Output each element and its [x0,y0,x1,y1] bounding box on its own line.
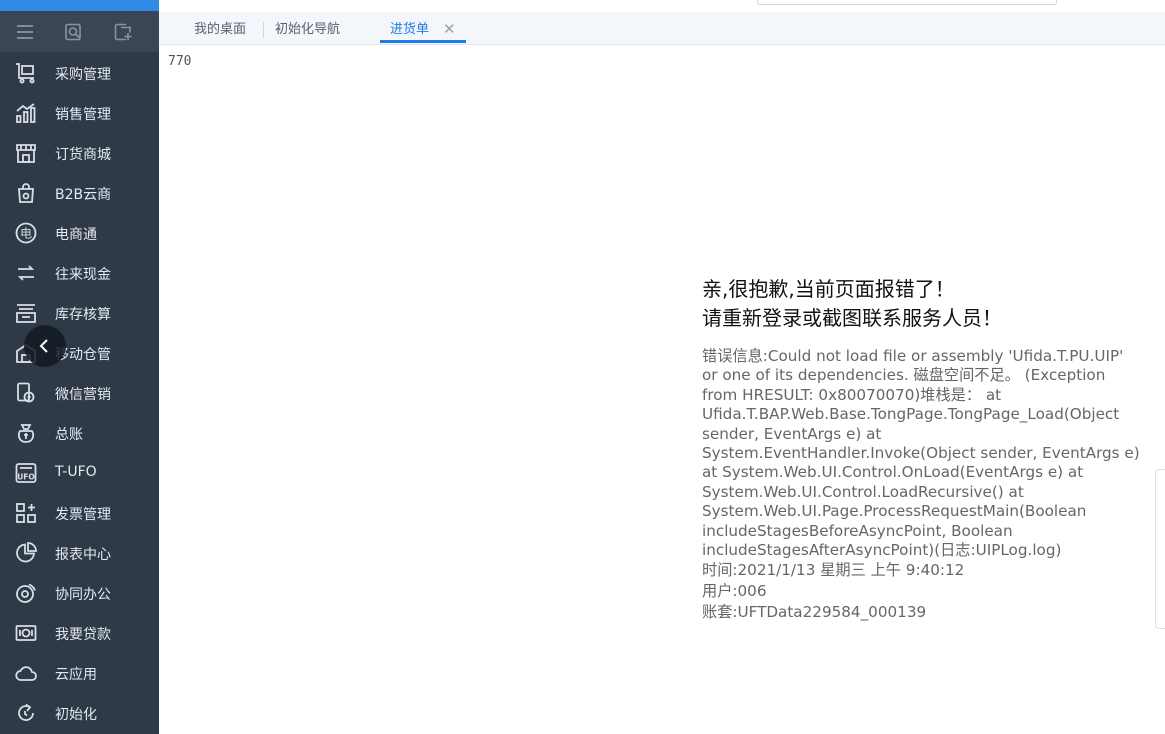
svg-text:UFO: UFO [17,473,35,482]
sidebar-item-cash[interactable]: 往来现金 [0,252,159,292]
chevron-left-icon [39,339,48,353]
sidebar-item-label: 发票管理 [55,507,111,523]
sidebar-item-collaboration[interactable]: 协同办公 [0,572,159,612]
tab-bar: 我的桌面 初始化导航 进货单 ✕ [159,12,1165,45]
error-time: 时间:2021/1/13 星期三 上午 9:40:12 [702,561,965,580]
sidebar-item-ecommerce[interactable]: 电 电商通 [0,212,159,252]
sidebar-item-label: B2B云商 [55,187,112,203]
sidebar-item-init[interactable]: 初始化 [0,692,159,732]
sidebar-item-label: T-UFO [55,464,97,480]
sidebar-item-label: 云应用 [55,667,97,683]
sidebar-accent-strip [0,0,159,11]
sidebar-item-label: 初始化 [55,707,97,723]
record-count: 770 [168,54,192,69]
error-account: 账套:UFTData229584_000139 [702,603,927,622]
error-title: 亲,很抱歉,当前页面报错了！ [702,277,955,301]
sidebar-item-loan[interactable]: 我要贷款 [0,612,159,652]
error-subtitle: 请重新登录或截图联系服务人员！ [702,306,1002,330]
sidebar-item-inventory[interactable]: 库存核算 [0,292,159,332]
sidebar-item-label: 报表中心 [55,547,111,563]
sidebar-item-label: 总账 [55,427,83,443]
add-doc-icon[interactable] [112,23,134,41]
sidebar-item-tufo[interactable]: UFO T-UFO [0,452,159,492]
svg-text:电: 电 [20,227,32,241]
active-tab-indicator [380,40,466,43]
tab-init-navigation[interactable]: 初始化导航 [275,12,340,44]
tab-label: 初始化导航 [275,22,341,37]
wechat-marketing-icon [14,381,38,405]
sidebar-item-report[interactable]: 报表中心 [0,532,159,572]
main-content: 770 亲,很抱歉,当前页面报错了！ 请重新登录或截图联系服务人员！ 错误信息:… [159,45,1165,734]
init-refresh-icon [14,701,38,725]
tab-divider [263,22,264,38]
loan-icon [14,621,38,645]
error-user: 用户:006 [702,582,767,601]
sidebar-item-mobile-warehouse[interactable]: 移动仓管 [0,332,159,372]
sidebar-item-sales[interactable]: 销售管理 [0,92,159,132]
global-search-input[interactable] [757,0,1057,5]
ledger-icon [14,421,38,445]
collapse-sidebar-button[interactable] [24,325,66,367]
sidebar-item-invoice[interactable]: 发票管理 [0,492,159,532]
sidebar-item-label: 销售管理 [55,107,111,123]
menu-icon[interactable] [14,23,36,41]
sidebar-item-store[interactable]: 订货商城 [0,132,159,172]
sidebar-item-wechat[interactable]: 微信营销 [0,372,159,412]
inventory-icon [14,301,38,325]
error-panel: 亲,很抱歉,当前页面报错了！ 请重新登录或截图联系服务人员！ 错误信息:Coul… [702,275,1142,623]
sidebar-item-label: 库存核算 [55,307,111,323]
side-panel-handle[interactable] [1155,469,1165,629]
collaboration-icon [14,581,38,605]
tab-my-desktop[interactable]: 我的桌面 [194,12,246,44]
sidebar-menu: 采购管理 销售管理 订货商城 B2B云商 电 电商通 往来现金 库存核算 移动仓… [0,52,159,732]
cloud-icon [14,661,38,685]
sidebar-item-purchase[interactable]: 采购管理 [0,52,159,92]
purchase-cart-icon [14,61,38,85]
sidebar-item-label: 订货商城 [55,147,111,163]
exchange-icon [14,261,38,285]
sidebar-item-label: 采购管理 [55,67,111,83]
sidebar-item-b2b[interactable]: B2B云商 [0,172,159,212]
sidebar-item-cloud[interactable]: 云应用 [0,652,159,692]
sidebar-item-label: 我要贷款 [55,627,111,643]
sidebar-item-ledger[interactable]: 总账 [0,412,159,452]
app-window: 采购管理 销售管理 订货商城 B2B云商 电 电商通 往来现金 库存核算 移动仓… [0,0,1165,734]
tab-label: 我的桌面 [194,22,247,37]
invoice-grid-icon [14,501,38,525]
sidebar-item-label: 协同办公 [55,587,111,603]
sales-chart-icon [14,101,38,125]
sidebar: 采购管理 销售管理 订货商城 B2B云商 电 电商通 往来现金 库存核算 移动仓… [0,0,159,734]
ufo-icon: UFO [14,461,38,485]
sidebar-toolbar [0,11,159,52]
sidebar-item-label: 电商通 [55,227,97,243]
error-message: 错误信息:Could not load file or assembly 'Uf… [702,347,1140,560]
store-icon [14,141,38,165]
sidebar-item-label: 微信营销 [55,387,111,403]
b2b-bag-icon [14,181,38,205]
sidebar-item-label: 往来现金 [55,267,111,283]
search-doc-icon[interactable] [63,23,85,41]
ecommerce-icon: 电 [14,221,38,245]
tab-purchase-receipt[interactable]: 进货单 ✕ [380,12,466,44]
report-pie-icon [14,541,38,565]
